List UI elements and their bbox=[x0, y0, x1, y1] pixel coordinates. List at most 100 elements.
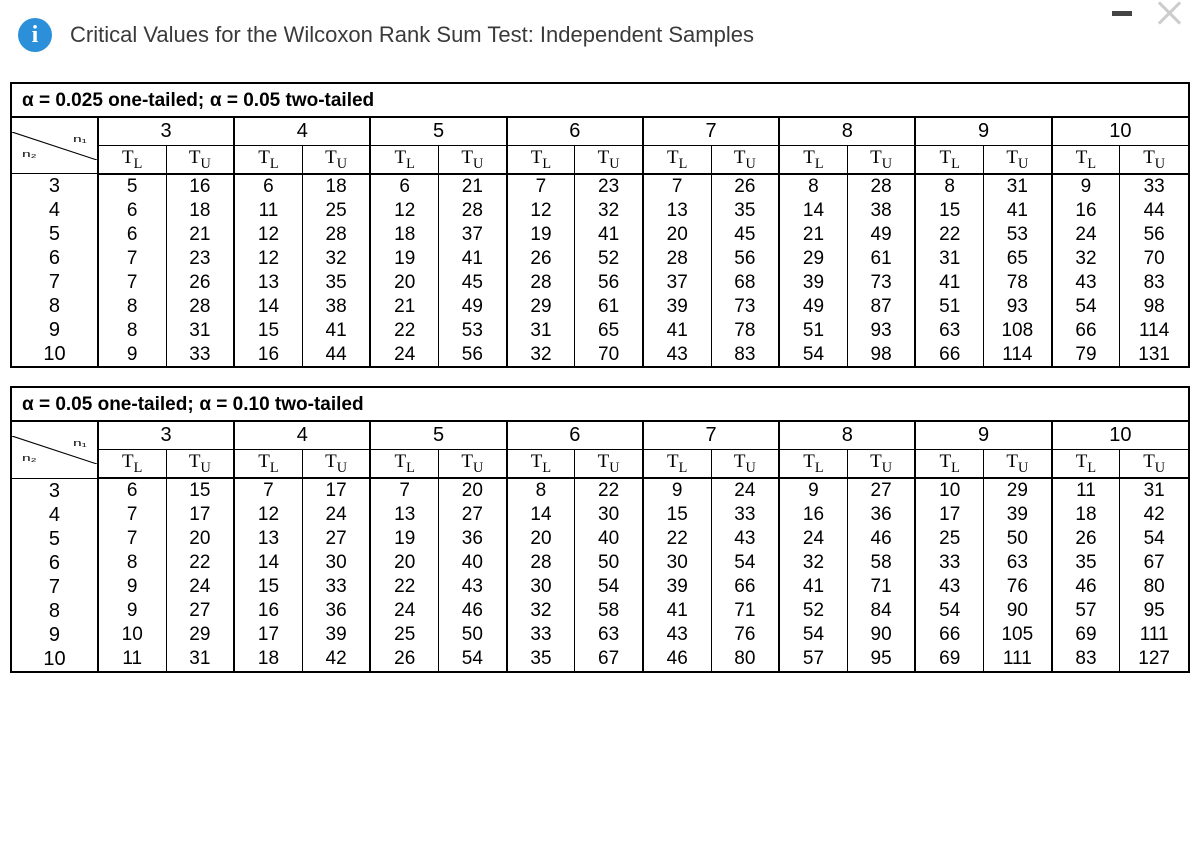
sub-header-tl: TL bbox=[915, 146, 983, 174]
row-label: 7 bbox=[12, 270, 98, 294]
cell-tu: 78 bbox=[984, 270, 1052, 294]
cell-tl: 28 bbox=[507, 551, 575, 575]
cell-tl: 13 bbox=[234, 270, 302, 294]
content-area: α = 0.025 one-tailed; α = 0.05 two-taile… bbox=[0, 82, 1200, 711]
cell-tl: 16 bbox=[779, 503, 847, 527]
sub-header-tu: TU bbox=[302, 450, 370, 478]
close-icon[interactable] bbox=[1156, 0, 1182, 26]
table-block: α = 0.025 one-tailed; α = 0.05 two-taile… bbox=[10, 82, 1190, 368]
cell-tl: 22 bbox=[370, 575, 438, 599]
cell-tu: 16 bbox=[166, 174, 234, 199]
cell-tl: 28 bbox=[643, 246, 711, 270]
dialog-header: i Critical Values for the Wilcoxon Rank … bbox=[0, 0, 1200, 82]
sub-header-tu: TU bbox=[1120, 146, 1188, 174]
cell-tu: 73 bbox=[847, 270, 915, 294]
cell-tu: 17 bbox=[302, 478, 370, 503]
cell-tu: 45 bbox=[439, 270, 507, 294]
cell-tl: 51 bbox=[779, 318, 847, 342]
cell-tu: 38 bbox=[847, 198, 915, 222]
column-group-header: 9 bbox=[915, 118, 1051, 146]
cell-tl: 19 bbox=[370, 527, 438, 551]
info-icon: i bbox=[18, 18, 52, 52]
cell-tu: 29 bbox=[166, 623, 234, 647]
minimize-icon[interactable] bbox=[1112, 11, 1132, 16]
cell-tu: 58 bbox=[575, 599, 643, 623]
alpha-caption: α = 0.05 one-tailed; α = 0.10 two-tailed bbox=[12, 388, 1188, 422]
cell-tu: 56 bbox=[1120, 222, 1188, 246]
cell-tu: 71 bbox=[847, 575, 915, 599]
cell-tl: 9 bbox=[98, 575, 166, 599]
cell-tu: 52 bbox=[575, 246, 643, 270]
cell-tl: 8 bbox=[779, 174, 847, 199]
sub-header-tu: TU bbox=[711, 146, 779, 174]
cell-tu: 131 bbox=[1120, 342, 1188, 366]
column-group-header: 6 bbox=[507, 422, 643, 450]
cell-tu: 63 bbox=[575, 623, 643, 647]
cell-tu: 49 bbox=[439, 294, 507, 318]
cell-tu: 20 bbox=[439, 478, 507, 503]
wilcoxon-table: n₁ n₂ 345678910TLTUTLTUTLTUTLTUTLTUTLTUT… bbox=[12, 422, 1188, 670]
cell-tu: 46 bbox=[439, 599, 507, 623]
sub-header-tu: TU bbox=[984, 146, 1052, 174]
cell-tl: 35 bbox=[507, 647, 575, 671]
cell-tu: 28 bbox=[166, 294, 234, 318]
cell-tu: 49 bbox=[847, 222, 915, 246]
row-label: 8 bbox=[12, 599, 98, 623]
cell-tu: 31 bbox=[984, 174, 1052, 199]
table-row: 361571772082292492710291131 bbox=[12, 478, 1188, 503]
cell-tu: 38 bbox=[302, 294, 370, 318]
cell-tl: 11 bbox=[234, 198, 302, 222]
cell-tl: 8 bbox=[98, 318, 166, 342]
cell-tu: 24 bbox=[302, 503, 370, 527]
cell-tl: 15 bbox=[234, 318, 302, 342]
cell-tl: 7 bbox=[370, 478, 438, 503]
cell-tu: 22 bbox=[166, 551, 234, 575]
cell-tu: 41 bbox=[575, 222, 643, 246]
cell-tu: 67 bbox=[575, 647, 643, 671]
column-group-header: 9 bbox=[915, 422, 1051, 450]
sub-header-tl: TL bbox=[643, 450, 711, 478]
cell-tl: 15 bbox=[915, 198, 983, 222]
sub-header-tu: TU bbox=[847, 146, 915, 174]
svg-text:n₁: n₁ bbox=[73, 438, 87, 448]
cell-tu: 83 bbox=[1120, 270, 1188, 294]
cell-tu: 44 bbox=[302, 342, 370, 366]
cell-tl: 22 bbox=[643, 527, 711, 551]
cell-tu: 114 bbox=[984, 342, 1052, 366]
cell-tu: 43 bbox=[711, 527, 779, 551]
cell-tu: 24 bbox=[711, 478, 779, 503]
cell-tl: 7 bbox=[507, 174, 575, 199]
table-row: 77261335204528563768397341784383 bbox=[12, 270, 1188, 294]
cell-tl: 10 bbox=[98, 623, 166, 647]
cell-tl: 52 bbox=[779, 599, 847, 623]
table-row: 46181125122812321335143815411644 bbox=[12, 198, 1188, 222]
sub-header-tu: TU bbox=[984, 450, 1052, 478]
cell-tl: 14 bbox=[234, 294, 302, 318]
cell-tl: 35 bbox=[1052, 551, 1120, 575]
row-label: 6 bbox=[12, 246, 98, 270]
cell-tl: 9 bbox=[98, 342, 166, 366]
row-label: 9 bbox=[12, 318, 98, 342]
cell-tl: 17 bbox=[234, 623, 302, 647]
cell-tu: 27 bbox=[166, 599, 234, 623]
cell-tl: 20 bbox=[370, 270, 438, 294]
cell-tu: 67 bbox=[1120, 551, 1188, 575]
cell-tl: 39 bbox=[643, 294, 711, 318]
sub-header-tl: TL bbox=[507, 450, 575, 478]
cell-tl: 54 bbox=[779, 623, 847, 647]
sub-header-tl: TL bbox=[98, 146, 166, 174]
cell-tl: 79 bbox=[1052, 342, 1120, 366]
cell-tu: 18 bbox=[166, 198, 234, 222]
row-label: 6 bbox=[12, 551, 98, 575]
row-label: 10 bbox=[12, 647, 98, 671]
cell-tu: 27 bbox=[439, 503, 507, 527]
cell-tl: 14 bbox=[234, 551, 302, 575]
column-group-header: 4 bbox=[234, 422, 370, 450]
cell-tl: 26 bbox=[1052, 527, 1120, 551]
cell-tl: 41 bbox=[915, 270, 983, 294]
table-row: 3516618621723726828831933 bbox=[12, 174, 1188, 199]
cell-tu: 31 bbox=[1120, 478, 1188, 503]
cell-tl: 12 bbox=[234, 246, 302, 270]
cell-tu: 65 bbox=[984, 246, 1052, 270]
cell-tu: 54 bbox=[1120, 527, 1188, 551]
